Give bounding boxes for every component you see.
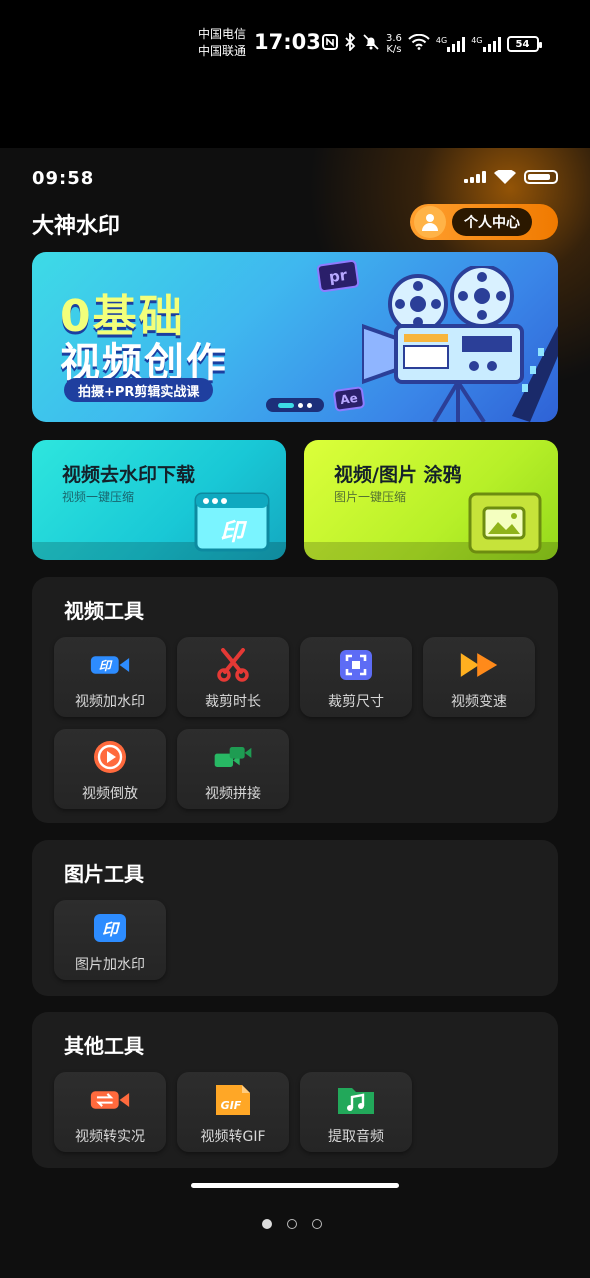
carrier-1: 中国电信 bbox=[198, 27, 247, 41]
bluetooth-icon bbox=[344, 31, 356, 55]
tool-crop-size[interactable]: 裁剪尺寸 bbox=[300, 637, 412, 717]
feature-subtitle: 视频一键压缩 bbox=[62, 490, 135, 504]
reverse-play-icon bbox=[90, 741, 130, 773]
tool-label: 视频转GIF bbox=[200, 1129, 266, 1145]
network-type-2: 4G bbox=[471, 36, 483, 45]
tool-label: 视频倒放 bbox=[82, 786, 138, 802]
film-projector-icon bbox=[360, 264, 558, 422]
other-tools-section: 其他工具 视频转实况 GIF 视频转GIF 提取音频 bbox=[32, 1012, 558, 1168]
mute-bell-icon bbox=[362, 33, 380, 55]
crop-frame-icon bbox=[336, 649, 376, 681]
wifi-icon bbox=[408, 33, 430, 54]
fast-forward-icon bbox=[459, 649, 499, 681]
feature-subtitle: 图片一键压缩 bbox=[334, 490, 407, 504]
music-folder-icon bbox=[336, 1084, 376, 1116]
network-type-1: 4G bbox=[435, 36, 448, 45]
tool-video-to-gif[interactable]: GIF 视频转GIF bbox=[177, 1072, 289, 1152]
user-avatar-icon bbox=[414, 206, 446, 238]
system-status-bar: 中国电信 中国联通 17:03 3.6 K/s 4G 4G 54 bbox=[0, 0, 590, 80]
tool-extract-audio[interactable]: 提取音频 bbox=[300, 1072, 412, 1152]
watermark-window-icon: 印 bbox=[192, 490, 272, 554]
watermark-glyph: 印 bbox=[220, 518, 248, 546]
image-frame-icon bbox=[464, 490, 544, 554]
network-speed: 3.6 K/s bbox=[386, 33, 402, 55]
tool-label: 图片加水印 bbox=[75, 957, 145, 973]
course-banner[interactable]: 0基础 视频创作 拍摄+PR剪辑实战课 pr Ae bbox=[32, 252, 558, 422]
app-title: 大神水印 bbox=[32, 214, 121, 239]
tool-video-to-live[interactable]: 视频转实况 bbox=[54, 1072, 166, 1152]
image-tools-section: 图片工具 印 图片加水印 bbox=[32, 840, 558, 996]
video-merge-icon bbox=[213, 741, 253, 773]
watermark-glyph: 印 bbox=[99, 659, 113, 673]
carrier-labels: 中国电信 中国联通 bbox=[198, 26, 246, 60]
tool-label: 提取音频 bbox=[328, 1129, 384, 1145]
tool-video-speed[interactable]: 视频变速 bbox=[423, 637, 535, 717]
feature-title: 视频/图片 涂鸦 bbox=[334, 464, 462, 486]
section-title: 其他工具 bbox=[64, 1034, 144, 1058]
section-title: 图片工具 bbox=[64, 862, 144, 886]
doodle-card[interactable]: 视频/图片 涂鸦 图片一键压缩 bbox=[304, 440, 558, 560]
speed-unit: K/s bbox=[386, 44, 402, 55]
signal-1-icon: 4G bbox=[435, 36, 466, 52]
image-watermark-icon: 印 bbox=[90, 912, 130, 944]
inner-wifi-icon bbox=[494, 170, 516, 184]
inner-status-icons bbox=[464, 170, 558, 184]
banner-pager-dots bbox=[266, 398, 324, 412]
tool-video-watermark[interactable]: 印 视频加水印 bbox=[54, 637, 166, 717]
home-indicator[interactable] bbox=[191, 1183, 399, 1188]
video-watermark-icon: 印 bbox=[90, 649, 130, 681]
tool-video-reverse[interactable]: 视频倒放 bbox=[54, 729, 166, 809]
personal-center-button[interactable]: 个人中心 bbox=[410, 204, 558, 240]
inner-signal-icon bbox=[464, 171, 486, 183]
speed-value: 3.6 bbox=[386, 33, 402, 44]
gif-file-icon: GIF bbox=[213, 1084, 253, 1116]
personal-center-label: 个人中心 bbox=[452, 208, 532, 236]
gif-icon-text: GIF bbox=[221, 1099, 242, 1112]
system-clock: 17:03 bbox=[254, 30, 321, 54]
tool-label: 视频转实况 bbox=[75, 1129, 145, 1145]
page-indicator bbox=[262, 1219, 322, 1229]
premiere-badge-icon: pr bbox=[316, 259, 360, 293]
tool-label: 视频拼接 bbox=[205, 786, 261, 802]
signal-2-icon: 4G bbox=[471, 36, 501, 52]
inner-clock: 09:58 bbox=[32, 168, 95, 189]
tool-trim-duration[interactable]: 裁剪时长 bbox=[177, 637, 289, 717]
video-convert-icon bbox=[90, 1084, 130, 1116]
section-title: 视频工具 bbox=[64, 599, 144, 623]
tool-label: 视频变速 bbox=[451, 694, 507, 710]
system-icons: 3.6 K/s 4G 4G 54 bbox=[322, 30, 542, 58]
tool-label: 裁剪时长 bbox=[205, 694, 261, 710]
banner-course-label: 拍摄+PR剪辑实战课 bbox=[64, 378, 214, 402]
nfc-icon bbox=[322, 34, 338, 54]
scissors-icon bbox=[213, 648, 253, 682]
tool-image-watermark[interactable]: 印 图片加水印 bbox=[54, 900, 166, 980]
battery-level: 54 bbox=[515, 38, 530, 50]
tool-label: 视频加水印 bbox=[75, 694, 145, 710]
carrier-2: 中国联通 bbox=[198, 44, 247, 58]
video-tools-section: 视频工具 印 视频加水印 裁剪时长 裁剪尺寸 视频变速 视频倒放 视频拼接 bbox=[32, 577, 558, 823]
aftereffects-badge-icon: Ae bbox=[332, 386, 366, 412]
battery-icon: 54 bbox=[506, 36, 542, 52]
remove-watermark-card[interactable]: 视频去水印下载 视频一键压缩 印 bbox=[32, 440, 286, 560]
app-screen: 09:58 大神水印 个人中心 0基础 视频创作 拍摄+PR剪辑实战课 pr A… bbox=[0, 148, 590, 1278]
feature-title: 视频去水印下载 bbox=[62, 464, 196, 486]
tool-label: 裁剪尺寸 bbox=[328, 694, 384, 710]
tool-video-merge[interactable]: 视频拼接 bbox=[177, 729, 289, 809]
inner-battery-icon bbox=[524, 170, 558, 184]
